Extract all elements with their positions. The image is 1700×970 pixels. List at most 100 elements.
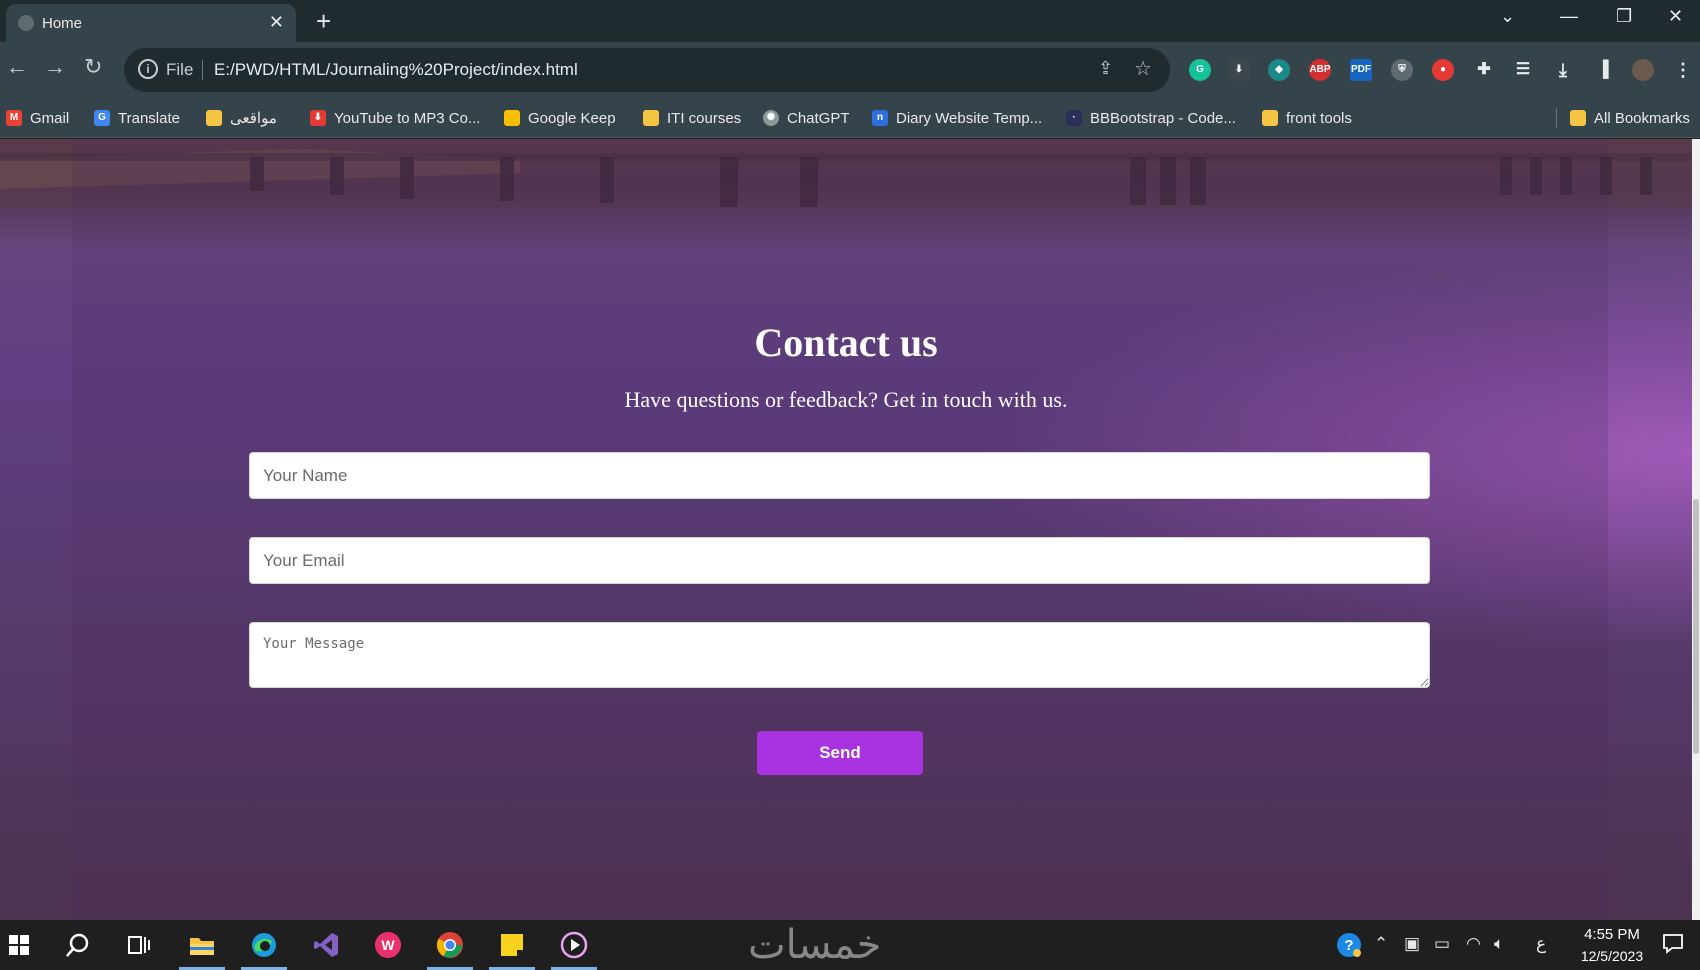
browser-toolbar: ← → ↻ i File E:/PWD/HTML/Journaling%20Pr… [0,42,1700,98]
adblock-icon[interactable]: ABP [1309,59,1331,81]
bookmark-google-keep[interactable]: Google Keep [504,105,616,131]
gmail-icon: M [6,110,22,126]
shield-icon[interactable]: ⛨ [1391,59,1413,81]
page-viewport: Contact us Have questions or feedback? G… [0,139,1692,920]
sticky-notes-icon[interactable] [489,928,535,970]
bookmarks-bar: M Gmail G Translate مواقعى ⬇ YouTube to … [0,98,1700,138]
folder-icon [1262,110,1278,126]
minimize-icon[interactable]: — [1560,6,1578,27]
svg-text:?: ? [1344,937,1353,954]
device-icon[interactable]: ▣ [1404,934,1420,954]
site-info-icon[interactable]: i [138,59,158,79]
all-bookmarks-button[interactable]: All Bookmarks [1570,105,1690,131]
chatgpt-icon: ✺ [763,110,779,126]
windows-start-icon[interactable] [2,928,36,962]
globe-icon [18,15,34,31]
file-explorer-icon[interactable] [179,928,225,970]
menu-icon[interactable]: ⋮ [1672,59,1694,81]
task-view-icon[interactable] [122,928,156,962]
puzzle-icon[interactable]: ✚ [1473,59,1495,81]
address-bar[interactable]: i File E:/PWD/HTML/Journaling%20Project/… [124,48,1170,92]
all-bookmarks-label: All Bookmarks [1594,109,1690,127]
tab-strip: Home ✕ + ⌄ — ❐ ✕ [0,0,1700,42]
close-tab-icon[interactable]: ✕ [269,12,284,33]
wps-icon[interactable]: W [371,928,405,962]
volume-icon[interactable]: 🔈︎ [1494,934,1504,954]
bookmark-folder-iti[interactable]: ITI courses [643,105,741,131]
chevron-up-icon[interactable]: ⌃ [1374,934,1388,954]
bookmark-label: BBBootstrap - Code... [1090,109,1236,127]
media-player-icon[interactable] [551,928,597,970]
bookmark-diary-template[interactable]: n Diary Website Temp... [872,105,1042,131]
grammarly-icon[interactable]: G [1189,59,1211,81]
bookmark-folder-mawaqi[interactable]: مواقعى [206,105,277,131]
close-window-icon[interactable]: ✕ [1668,6,1683,27]
tab-home[interactable]: Home ✕ [6,4,296,42]
clock-time[interactable]: 4:55 PM [1577,926,1647,943]
name-input[interactable] [249,452,1430,499]
bookmark-label: front tools [1286,109,1352,127]
bookmark-star-icon[interactable]: ☆ [1134,56,1152,81]
tab-search-chevron-icon[interactable]: ⌄ [1500,6,1515,27]
windows-taskbar: W خمسات ? ⌃ ▣ ▭ ◠ 🔈︎ ع 4:55 PM 12/5/2023 [0,920,1700,970]
bookmark-chatgpt[interactable]: ✺ ChatGPT [763,105,850,131]
bookmark-label: YouTube to MP3 Co... [334,109,481,127]
keep-icon [504,110,520,126]
clock-date[interactable]: 12/5/2023 [1570,948,1654,964]
extension-icon[interactable]: ◆ [1268,59,1290,81]
notifications-icon[interactable] [1662,932,1684,959]
folder-icon [1570,110,1586,126]
content-panel [72,139,1608,920]
bookmark-label: Translate [118,109,180,127]
search-icon[interactable] [61,928,95,962]
bookmark-youtube-mp3[interactable]: ⬇ YouTube to MP3 Co... [310,105,480,131]
download-icon: ⬇ [310,110,326,126]
scrollbar-thumb[interactable] [1693,499,1699,754]
sidebar-icon[interactable]: ▐ [1592,59,1614,81]
battery-icon[interactable]: ▭ [1434,934,1450,954]
download-helper-icon[interactable]: ⬇ [1228,59,1250,81]
forward-icon[interactable]: → [44,54,66,80]
avatar[interactable] [1632,59,1654,81]
bookmark-label: ITI courses [667,109,742,127]
help-icon[interactable]: ? [1336,932,1362,963]
bookmark-gmail[interactable]: M Gmail [6,105,69,131]
scrollbar[interactable] [1692,139,1700,920]
divider [1556,108,1557,128]
page-subtitle: Have questions or feedback? Get in touch… [624,387,1068,412]
new-tab-icon[interactable]: + [316,6,331,37]
bookmark-label: Diary Website Temp... [896,109,1043,127]
visual-studio-icon[interactable] [309,928,343,962]
share-icon[interactable]: ⇪ [1098,58,1113,79]
pdf-icon[interactable]: PDF [1350,59,1372,81]
playlist-icon[interactable]: ☰ [1512,59,1534,81]
edge-icon[interactable] [241,928,287,970]
bbbootstrap-icon: · [1066,110,1082,126]
restore-icon[interactable]: ❐ [1616,6,1632,27]
record-icon[interactable]: ● [1432,59,1454,81]
scheme-label: File [166,60,194,79]
tab-title: Home [42,15,83,32]
folder-icon [643,110,659,126]
folder-icon [206,110,222,126]
bookmark-folder-front-tools[interactable]: front tools [1262,105,1352,131]
translate-icon: G [94,110,110,126]
n-icon: n [872,110,888,126]
bookmark-bbbootstrap[interactable]: · BBBootstrap - Code... [1066,105,1236,131]
message-textarea[interactable] [249,622,1430,688]
chrome-icon[interactable] [427,928,473,970]
bookmark-label: Google Keep [528,109,616,127]
bookmark-label: مواقعى [230,110,277,127]
email-input[interactable] [249,537,1430,584]
url-text[interactable]: E:/PWD/HTML/Journaling%20Project/index.h… [214,60,578,80]
back-icon[interactable]: ← [6,54,28,80]
page-title: Contact us [754,320,938,365]
wifi-icon[interactable]: ◠ [1466,934,1481,954]
divider [202,60,203,80]
svg-text:W: W [381,937,395,953]
bookmark-translate[interactable]: G Translate [94,105,180,131]
send-button[interactable]: Send [757,731,923,775]
reload-icon[interactable]: ↻ [84,54,102,80]
download-icon[interactable]: ⤓ [1552,59,1574,81]
language-indicator[interactable]: ع [1536,934,1546,954]
